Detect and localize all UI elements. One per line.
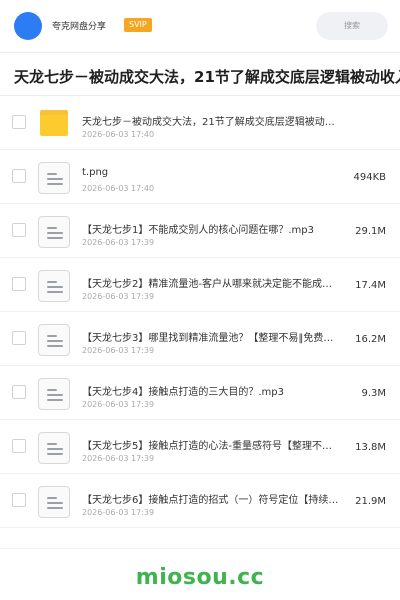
file-icon xyxy=(38,378,70,410)
file-name: 【天龙七步2】精准流量池-客户从哪来就决定能不能成… xyxy=(82,279,332,290)
file-icon xyxy=(38,216,70,248)
file-name: 【天龙七步4】接触点打造的三大目的？.mp3 xyxy=(82,387,284,398)
file-date: 2026-06-03 17:40 xyxy=(82,184,155,193)
list-item[interactable]: 【天龙七步3】哪里找到精准流量池？【整理不易‖免费… 2026-06-03 17… xyxy=(0,312,400,366)
row-checkbox[interactable] xyxy=(12,169,26,183)
page-title: 天龙七步－被动成交大法，21节了解成交底层逻辑被动收入 xyxy=(14,68,400,86)
file-date: 2026-06-03 17:39 xyxy=(82,346,155,355)
list-item[interactable]: 天龙七步－被动成交大法，21节了解成交底层逻辑被动… 2026-06-03 17… xyxy=(0,96,400,150)
row-checkbox[interactable] xyxy=(12,331,26,345)
file-icon xyxy=(38,486,70,518)
row-checkbox[interactable] xyxy=(12,223,26,237)
row-checkbox[interactable] xyxy=(12,277,26,291)
file-size: 13.8M xyxy=(355,442,386,453)
file-size: 17.4M xyxy=(355,280,386,291)
file-size: 9.3M xyxy=(361,388,386,399)
file-date: 2026-06-03 17:39 xyxy=(82,454,155,463)
row-checkbox[interactable] xyxy=(12,385,26,399)
file-date: 2026-06-03 17:39 xyxy=(82,400,155,409)
file-name: 【天龙七步6】接触点打造的招式（一）符号定位【持续… xyxy=(82,495,339,506)
file-list: 天龙七步－被动成交大法，21节了解成交底层逻辑被动… 2026-06-03 17… xyxy=(0,96,400,528)
file-icon xyxy=(38,270,70,302)
file-icon xyxy=(38,324,70,356)
list-item[interactable]: 【天龙七步5】接触点打造的心法-重量感符号【整理不… 2026-06-03 17… xyxy=(0,420,400,474)
file-date: 2026-06-03 17:39 xyxy=(82,238,155,247)
header: 夸克网盘分享 SVIP 搜索 xyxy=(0,0,400,52)
footer: miosou.cc xyxy=(0,548,400,600)
row-checkbox[interactable] xyxy=(12,439,26,453)
folder-icon xyxy=(38,108,70,140)
brand-name: 夸克网盘分享 xyxy=(52,22,107,32)
list-item[interactable]: 【天龙七步4】接触点打造的三大目的？.mp3 2026-06-03 17:39 … xyxy=(0,366,400,420)
list-item[interactable]: 【天龙七步2】精准流量池-客户从哪来就决定能不能成… 2026-06-03 17… xyxy=(0,258,400,312)
file-date: 2026-06-03 17:39 xyxy=(82,292,155,301)
file-name: 【天龙七步5】接触点打造的心法-重量感符号【整理不… xyxy=(82,441,332,452)
row-checkbox[interactable] xyxy=(12,493,26,507)
file-size: 16.2M xyxy=(355,334,386,345)
file-date: 2026-06-03 17:39 xyxy=(82,508,155,517)
file-icon xyxy=(38,432,70,464)
avatar[interactable] xyxy=(14,12,42,40)
file-name: t.png xyxy=(82,167,109,178)
file-icon xyxy=(38,162,70,194)
svip-badge: SVIP xyxy=(124,18,152,32)
file-size: 21.9M xyxy=(355,496,386,507)
file-name: 天龙七步－被动成交大法，21节了解成交底层逻辑被动… xyxy=(82,117,335,128)
row-checkbox[interactable] xyxy=(12,115,26,129)
file-name: 【天龙七步1】不能成交别人的核心问题在哪？.mp3 xyxy=(82,225,314,236)
list-item[interactable]: 【天龙七步1】不能成交别人的核心问题在哪？.mp3 2026-06-03 17:… xyxy=(0,204,400,258)
site-logo: miosou.cc xyxy=(135,565,265,590)
file-size: 29.1M xyxy=(355,226,386,237)
header-divider xyxy=(0,52,400,53)
list-item[interactable]: 【天龙七步6】接触点打造的招式（一）符号定位【持续… 2026-06-03 17… xyxy=(0,474,400,528)
file-name: 【天龙七步3】哪里找到精准流量池？【整理不易‖免费… xyxy=(82,333,334,344)
file-size: 494KB xyxy=(353,172,386,183)
share-page: 夸克网盘分享 SVIP 搜索 天龙七步－被动成交大法，21节了解成交底层逻辑被动… xyxy=(0,0,400,600)
search-button[interactable]: 搜索 xyxy=(316,12,388,40)
list-item[interactable]: t.png 2026-06-03 17:40 494KB xyxy=(0,150,400,204)
file-date: 2026-06-03 17:40 xyxy=(82,130,155,139)
